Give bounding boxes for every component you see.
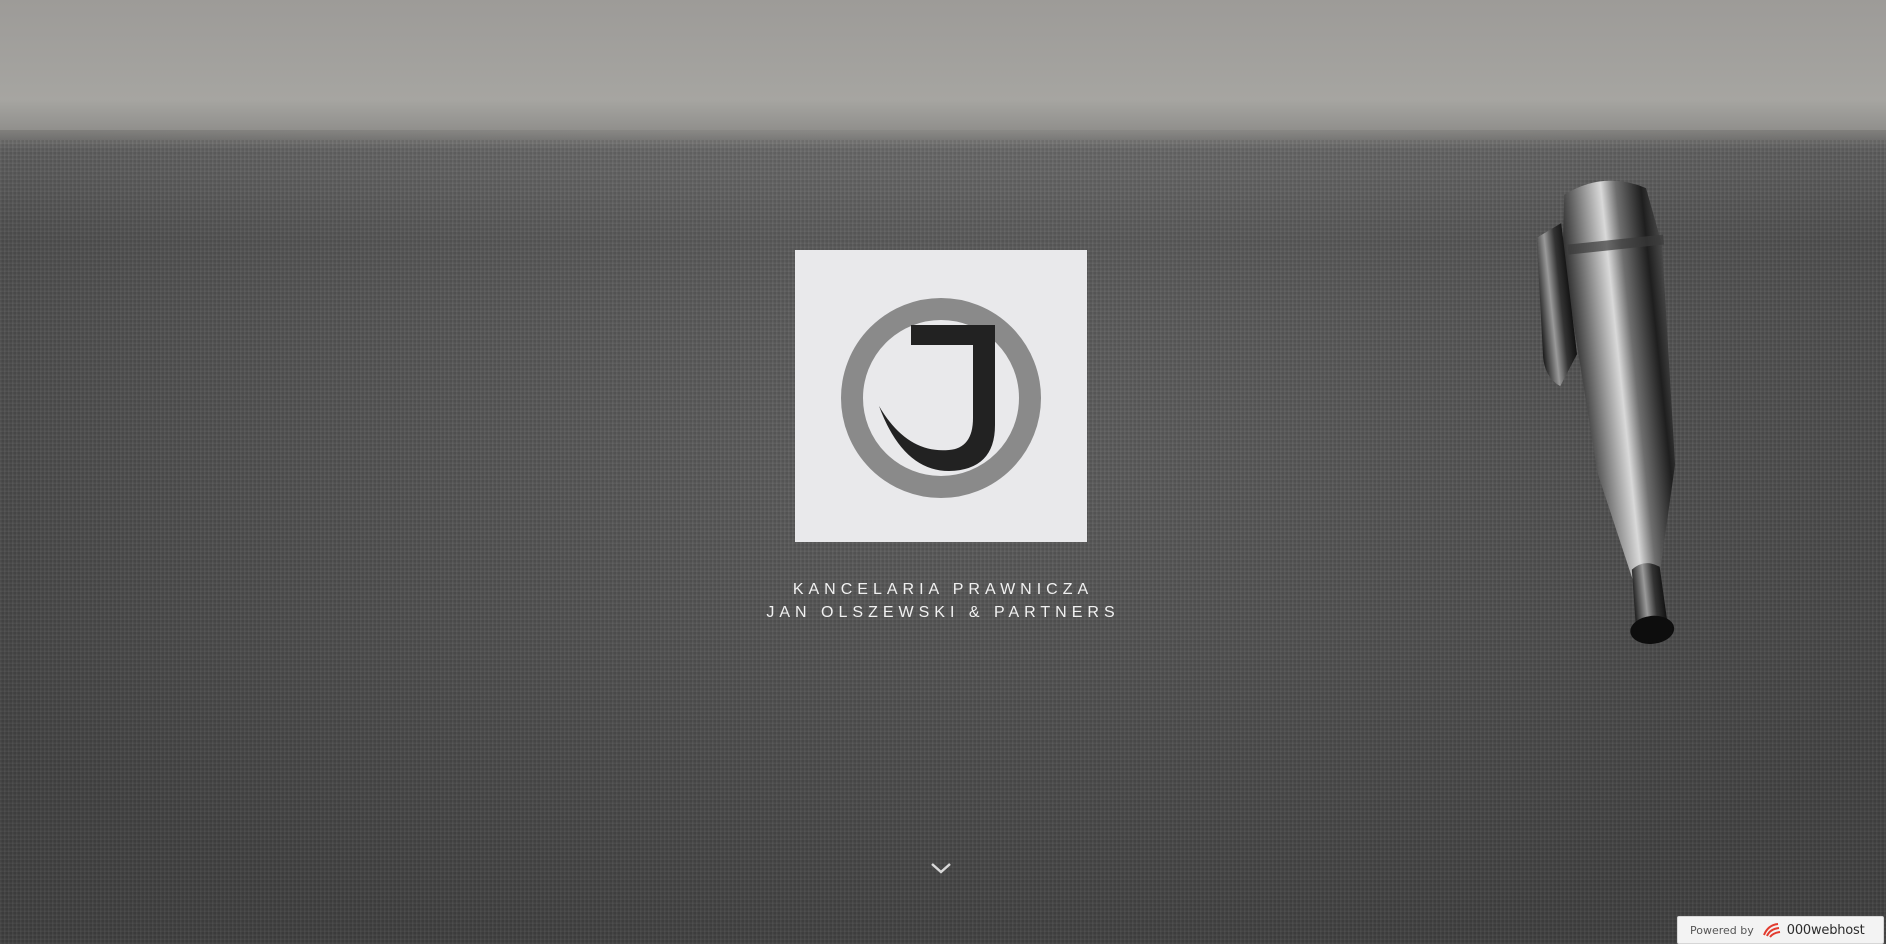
chevron-down-icon <box>931 863 951 874</box>
brand-name: KANCELARIA PRAWNICZA JAN OLSZEWSKI & PAR… <box>693 578 1193 624</box>
logo-box <box>795 250 1087 542</box>
powered-by-label: Powered by <box>1690 923 1754 937</box>
brand-line-1: KANCELARIA PRAWNICZA <box>792 581 1094 598</box>
brand-line-2: JAN OLSZEWSKI & PARTNERS <box>766 604 1120 621</box>
powered-by-badge[interactable]: Powered by 000webhost <box>1677 916 1884 944</box>
pen-image <box>1536 180 1676 644</box>
scroll-down-button[interactable] <box>927 858 955 878</box>
000webhost-logo-icon <box>1762 923 1780 938</box>
jo-logo-icon <box>841 298 1041 498</box>
host-name: 000webhost <box>1786 922 1865 938</box>
